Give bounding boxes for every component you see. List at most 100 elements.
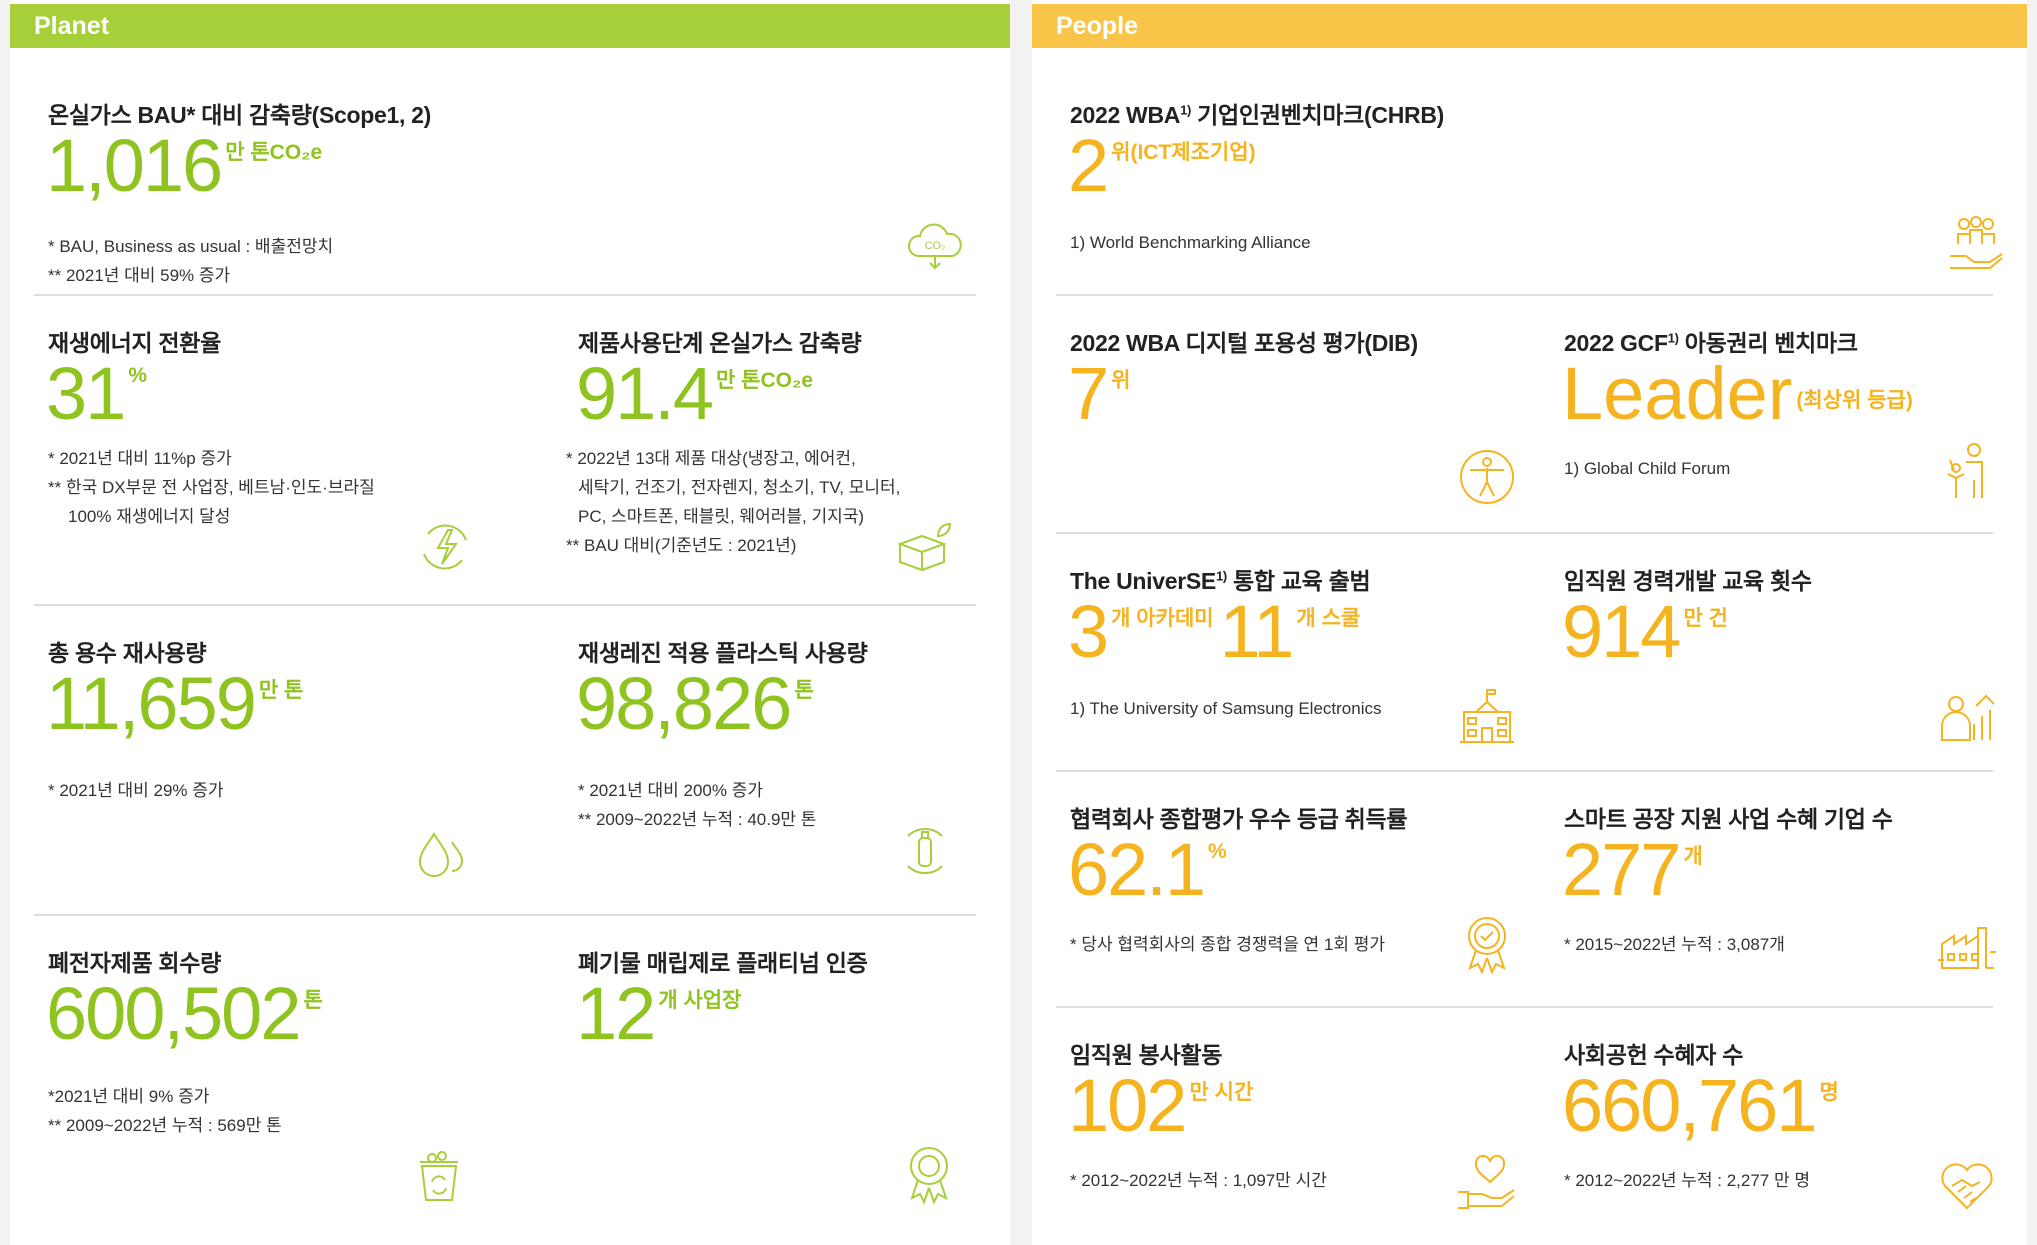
school-building-icon <box>1456 684 1518 746</box>
title-text: 기업인권벤치마크(CHRB) <box>1191 102 1444 128</box>
card-notes: 1) World Benchmarking Alliance <box>1070 228 1311 257</box>
eco-box-icon <box>892 516 954 578</box>
card-value: 62.1 % <box>1068 830 1233 910</box>
recycle-bin-icon <box>408 1146 470 1208</box>
card-title: 2022 WBA 디지털 포용성 평가(DIB) <box>1070 330 1418 356</box>
card-notes: * BAU, Business as usual : 배출전망치 ** 2021… <box>48 232 333 290</box>
metric-value-2: 11 <box>1219 590 1295 673</box>
note: 1) Global Child Forum <box>1564 459 1731 478</box>
card-notes: *2021년 대비 9% 증가 ** 2009~2022년 누적 : 569만 … <box>48 1082 282 1140</box>
card-value: 12 개 사업장 <box>576 974 747 1054</box>
note: * 2022년 13대 제품 대상(냉장고, 에어컨, <box>566 449 856 468</box>
footnote-mark: 1) <box>1215 568 1227 584</box>
card-notes: * 2012~2022년 누적 : 1,097만 시간 <box>1070 1166 1327 1195</box>
metric-unit: 개 아카데미 <box>1111 607 1214 630</box>
heart-hand-icon <box>1456 1152 1518 1214</box>
metric-unit: 만 시간 <box>1189 1081 1254 1104</box>
factory-icon <box>1936 912 1998 974</box>
metric-unit: 위(ICT제조기업) <box>1111 141 1256 164</box>
co2-cloud-icon: CO₂ <box>904 216 966 278</box>
card-value: 7 위 <box>1068 354 1136 434</box>
certificate-badge-icon <box>898 1142 960 1205</box>
metric-value: 277 <box>1562 828 1681 911</box>
card-notes: 1) The University of Samsung Electronics <box>1070 694 1381 723</box>
planet-panel: Planet 온실가스 BAU* 대비 감축량(Scope1, 2) 1,016… <box>10 0 1010 1245</box>
note: * BAU, Business as usual : 배출전망치 <box>48 237 334 256</box>
career-card: 임직원 경력개발 교육 횟수 914 만 건 <box>1550 534 1995 770</box>
career-growth-icon <box>1936 684 1998 746</box>
card-value: 277 개 <box>1562 830 1709 910</box>
people-row-5: 임직원 봉사활동 102 만 시간 * 2012~2022년 누적 : 1,09… <box>1056 1008 1993 1238</box>
partner-card: 협력회사 종합평가 우수 등급 취득률 62.1 % * 당사 협력회사의 종합… <box>1056 772 1546 1006</box>
people-row-1: 2022 WBA1) 기업인권벤치마크(CHRB) 2 위(ICT제조기업) 1… <box>1056 68 2003 296</box>
planet-header: Planet <box>10 4 1010 48</box>
smart-factory-card: 스마트 공장 지원 사업 수혜 기업 수 277 개 * 2015~2022년 … <box>1550 772 1996 1006</box>
card-value: 1,016 만 톤CO₂e <box>46 126 328 206</box>
note: ** 한국 DX부문 전 사업장, 베트남·인도·브라질 <box>48 478 375 497</box>
water-card: 총 용수 재사용량 11,659 만 톤 * 2021년 대비 29% 증가 <box>34 606 554 914</box>
lightning-recycle-icon <box>414 516 476 578</box>
note: *2021년 대비 9% 증가 <box>48 1087 210 1106</box>
award-medal-icon <box>1456 912 1518 975</box>
bottle-recycle-icon <box>894 820 956 882</box>
card-value: 660,761 명 <box>1562 1066 1845 1146</box>
card-value: 3 개 아카데미 11 개 스쿨 <box>1068 592 1366 672</box>
gcf-card: 2022 GCF1) 아동권리 벤치마크 Leader (최상위 등급) 1) … <box>1550 296 1993 532</box>
parent-child-icon <box>1936 440 1998 502</box>
people-row-3: The UniverSE1) 통합 교육 출범 3 개 아카데미 11 개 스쿨… <box>1056 534 1995 772</box>
card-notes: * 당사 협력회사의 종합 경쟁력을 연 1회 평가 <box>1070 930 1385 959</box>
metric-unit: 개 <box>1683 845 1703 868</box>
people-header: People <box>1032 4 2027 48</box>
metric-unit: % <box>128 364 147 387</box>
planet-row-1: 온실가스 BAU* 대비 감축량(Scope1, 2) 1,016 만 톤CO₂… <box>34 68 976 296</box>
product-ghg-card: 제품사용단계 온실가스 감축량 91.4 만 톤CO₂e * 2022년 13대… <box>564 296 976 604</box>
metric-value: 3 <box>1068 590 1109 673</box>
people-row-2: 2022 WBA 디지털 포용성 평가(DIB) 7 위 2022 GCF1) … <box>1056 296 1993 534</box>
metric-value: 102 <box>1068 1064 1187 1147</box>
card-notes: * 2021년 대비 11%p 증가 ** 한국 DX부문 전 사업장, 베트남… <box>48 444 375 531</box>
ghg-card: 온실가스 BAU* 대비 감축량(Scope1, 2) 1,016 만 톤CO₂… <box>34 68 976 294</box>
note: ** 2009~2022년 누적 : 569만 톤 <box>48 1116 282 1135</box>
card-value: 31 % <box>46 354 153 434</box>
card-notes: 1) Global Child Forum <box>1564 454 1730 483</box>
heart-handshake-icon <box>1936 1152 1998 1214</box>
note: * 2021년 대비 29% 증가 <box>48 781 224 800</box>
metric-unit: 위 <box>1111 369 1131 392</box>
note: * 당사 협력회사의 종합 경쟁력을 연 1회 평가 <box>1070 935 1386 954</box>
card-value: Leader (최상위 등급) <box>1562 354 1919 434</box>
water-drop-icon <box>412 820 474 882</box>
card-notes: * 2015~2022년 누적 : 3,087개 <box>1564 930 1785 959</box>
card-title: 2022 WBA1) 기업인권벤치마크(CHRB) <box>1070 96 1444 130</box>
people-hand-icon <box>1944 214 2006 276</box>
note: * 2021년 대비 200% 증가 <box>578 781 764 800</box>
note: * 2015~2022년 누적 : 3,087개 <box>1564 935 1785 954</box>
card-notes: * 2021년 대비 200% 증가 ** 2009~2022년 누적 : 40… <box>578 776 816 834</box>
note: 1) The University of Samsung Electronics <box>1070 699 1382 718</box>
landfill-card: 폐기물 매립제로 플래티넘 인증 12 개 사업장 <box>564 916 976 1216</box>
metric-value: 98,826 <box>576 662 792 745</box>
note: * 2012~2022년 누적 : 2,277 만 명 <box>1564 1171 1810 1190</box>
people-row-4: 협력회사 종합평가 우수 등급 취득률 62.1 % * 당사 협력회사의 종합… <box>1056 772 1996 1008</box>
card-notes: * 2022년 13대 제품 대상(냉장고, 에어컨, 세탁기, 건조기, 전자… <box>566 444 900 560</box>
metric-value: 2 <box>1068 124 1109 207</box>
card-value: 914 만 건 <box>1562 592 1734 672</box>
metric-value: 914 <box>1562 590 1681 673</box>
metric-value: 660,761 <box>1562 1064 1817 1147</box>
card-notes: * 2012~2022년 누적 : 2,277 만 명 <box>1564 1166 1810 1195</box>
footnote-mark: 1) <box>1180 102 1192 118</box>
footnote-mark: 1) <box>1667 330 1679 346</box>
wba-card: 2022 WBA1) 기업인권벤치마크(CHRB) 2 위(ICT제조기업) 1… <box>1056 68 2003 294</box>
note: * 2021년 대비 11%p 증가 <box>48 449 232 468</box>
renewable-card: 재생에너지 전환율 31 % * 2021년 대비 11%p 증가 ** 한국 … <box>34 296 554 604</box>
metric-value: 91.4 <box>576 352 714 435</box>
metric-value: 7 <box>1068 352 1109 435</box>
svg-text:CO₂: CO₂ <box>925 240 946 252</box>
beneficiary-card: 사회공헌 수혜자 수 660,761 명 * 2012~2022년 누적 : 2… <box>1550 1008 1993 1238</box>
card-value: 98,826 톤 <box>576 664 820 744</box>
people-panel: People 2022 WBA1) 기업인권벤치마크(CHRB) 2 위(ICT… <box>1032 0 2027 1245</box>
metric-value: 31 <box>46 352 126 435</box>
dib-card: 2022 WBA 디지털 포용성 평가(DIB) 7 위 <box>1056 296 1546 532</box>
note: ** 2009~2022년 누적 : 40.9만 톤 <box>578 810 817 829</box>
planet-row-3: 총 용수 재사용량 11,659 만 톤 * 2021년 대비 29% 증가 재… <box>34 606 976 916</box>
planet-row-2: 재생에너지 전환율 31 % * 2021년 대비 11%p 증가 ** 한국 … <box>34 296 976 606</box>
